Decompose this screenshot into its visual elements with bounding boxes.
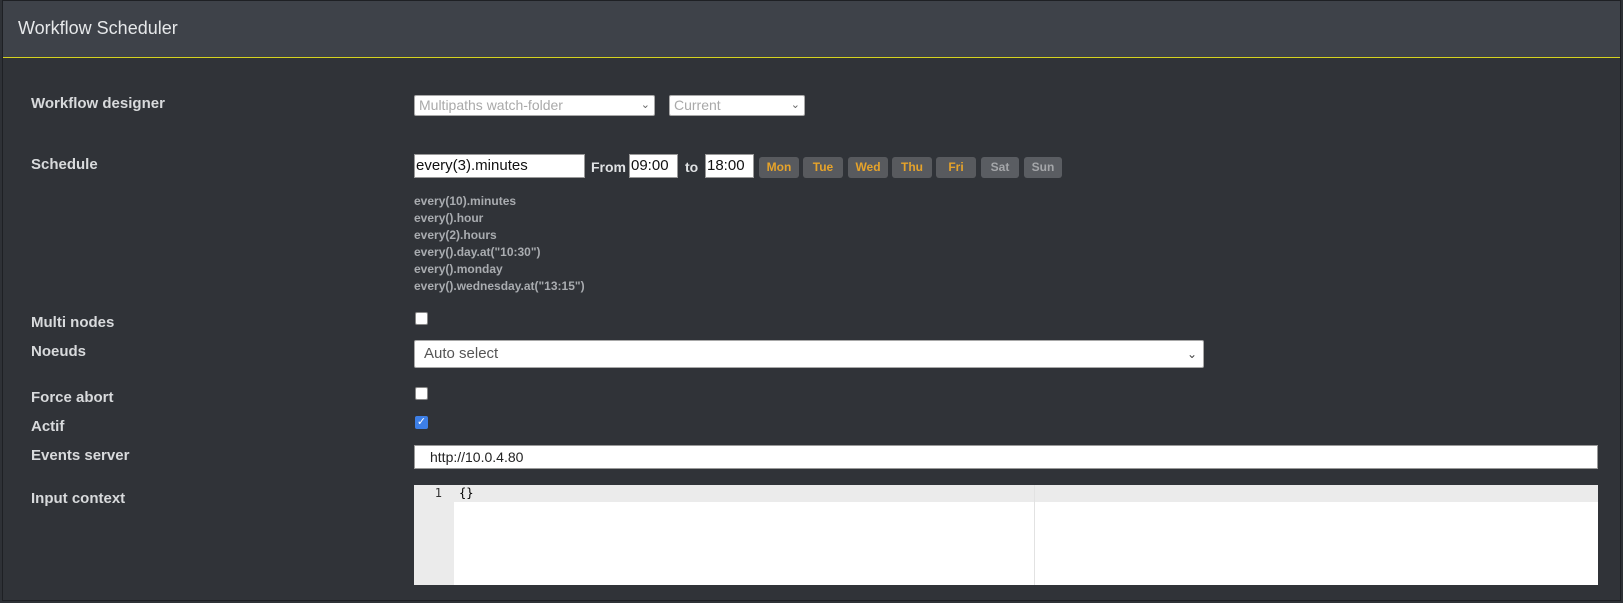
page-title: Workflow Scheduler (18, 18, 178, 38)
schedule-example-item: every().day.at("10:30") (414, 245, 541, 259)
schedule-expression-input[interactable]: every(3).minutes (414, 154, 585, 178)
editor-code-line: {} (459, 486, 474, 500)
editor-gutter: 1 (414, 485, 454, 585)
workflow-designer-label: Workflow designer (31, 95, 165, 112)
check-icon: ✓ (416, 416, 427, 428)
version-select[interactable]: Current ⌄ (669, 95, 805, 116)
schedule-example-item: every().wednesday.at("13:15") (414, 279, 585, 293)
version-select-value: Current (674, 97, 721, 113)
chevron-down-icon: ⌄ (1186, 347, 1197, 361)
schedule-label: Schedule (31, 156, 98, 173)
day-toggle-thu[interactable]: Thu (892, 157, 932, 178)
to-label: to (685, 159, 699, 175)
from-label: From (591, 159, 626, 175)
input-context-label: Input context (31, 490, 126, 507)
day-toggle-mon[interactable]: Mon (759, 157, 799, 178)
schedule-example-item: every().hour (414, 211, 484, 225)
noeuds-select[interactable]: Auto select ⌄ (414, 340, 1204, 368)
events-server-label: Events server (31, 447, 130, 464)
force-abort-label: Force abort (31, 389, 114, 406)
day-toggle-fri[interactable]: Fri (936, 157, 976, 178)
day-toggle-sun[interactable]: Sun (1024, 157, 1062, 178)
day-toggle-sat[interactable]: Sat (981, 157, 1019, 178)
multi-nodes-label: Multi nodes (31, 314, 115, 331)
panel-header: Workflow Scheduler (3, 1, 1620, 58)
noeuds-select-value: Auto select (424, 345, 499, 362)
schedule-example-item: every(2).hours (414, 228, 497, 242)
force-abort-checkbox[interactable] (415, 387, 428, 400)
schedule-example-item: every(10).minutes (414, 194, 517, 208)
day-toggle-wed[interactable]: Wed (848, 157, 888, 178)
schedule-example-item: every().monday (414, 262, 503, 276)
events-server-input[interactable]: http://10.0.4.80 (414, 445, 1598, 469)
actif-label: Actif (31, 418, 65, 435)
schedule-examples: every(10).minutes every().hour every(2).ho… (414, 193, 585, 295)
input-context-editor[interactable]: 1 {} (414, 485, 1598, 585)
chevron-down-icon: ⌄ (790, 99, 800, 111)
actif-checkbox[interactable]: ✓ (415, 416, 428, 429)
day-toggle-tue[interactable]: Tue (803, 157, 843, 178)
to-time-input[interactable]: 18:00 (705, 154, 754, 178)
from-time-input[interactable]: 09:00 (629, 154, 678, 178)
multi-nodes-checkbox[interactable] (415, 312, 428, 325)
active-line-highlight (454, 485, 1598, 502)
noeuds-label: Noeuds (31, 343, 87, 360)
print-margin (1034, 485, 1035, 585)
chevron-down-icon: ⌄ (640, 99, 650, 111)
workflow-select[interactable]: Multipaths watch-folder ⌄ (414, 95, 655, 116)
line-number: 1 (434, 486, 442, 500)
workflow-select-value: Multipaths watch-folder (419, 97, 563, 113)
